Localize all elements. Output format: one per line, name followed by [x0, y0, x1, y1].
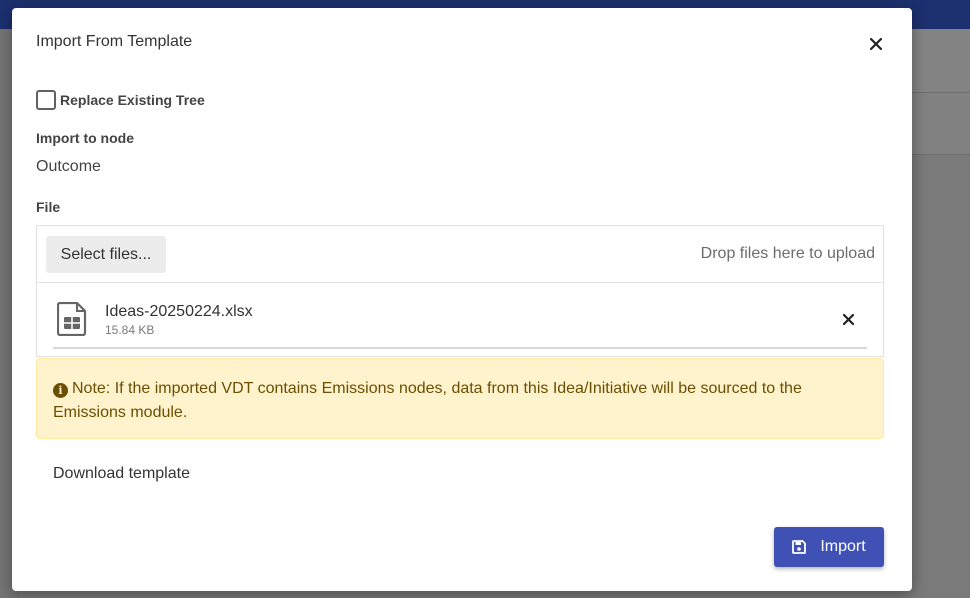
dialog-title: Import From Template: [36, 33, 193, 50]
replace-existing-tree-checkbox[interactable]: [36, 90, 56, 110]
import-button-label: Import: [820, 538, 866, 555]
emissions-note-alert: i Note: If the imported VDT contains Emis…: [36, 358, 884, 439]
uploaded-file-item: Ideas-20250224.xlsx 15.84 KB: [37, 283, 883, 357]
close-button[interactable]: [864, 32, 888, 56]
import-to-node-value: Outcome: [36, 158, 101, 175]
file-label: File: [36, 199, 61, 215]
file-size: 15.84 KB: [105, 323, 155, 337]
note-text: Note: If the imported VDT contains Emiss…: [53, 380, 802, 421]
import-from-template-dialog: Import From Template Replace Existing Tr…: [12, 8, 912, 591]
select-files-button[interactable]: Select files...: [46, 236, 166, 273]
replace-existing-tree-label: Replace Existing Tree: [60, 92, 205, 108]
import-button[interactable]: Import: [774, 527, 884, 567]
close-icon: [842, 313, 854, 325]
info-circle-icon: i: [53, 383, 68, 398]
remove-file-button[interactable]: [837, 308, 859, 330]
file-name: Ideas-20250224.xlsx: [105, 303, 253, 320]
upload-progress-bar: [53, 347, 867, 349]
import-to-node-label: Import to node: [36, 130, 134, 146]
drop-files-hint: Drop files here to upload: [700, 245, 875, 262]
upload-toolbar: Select files... Drop files here to uploa…: [37, 226, 883, 283]
replace-existing-tree-row[interactable]: Replace Existing Tree: [36, 90, 205, 110]
close-icon: [870, 38, 882, 50]
save-icon: [792, 540, 807, 554]
download-template-link[interactable]: Download template: [53, 465, 190, 483]
spreadsheet-file-icon: [57, 302, 87, 336]
file-upload-dropzone[interactable]: Select files... Drop files here to uploa…: [36, 225, 884, 357]
